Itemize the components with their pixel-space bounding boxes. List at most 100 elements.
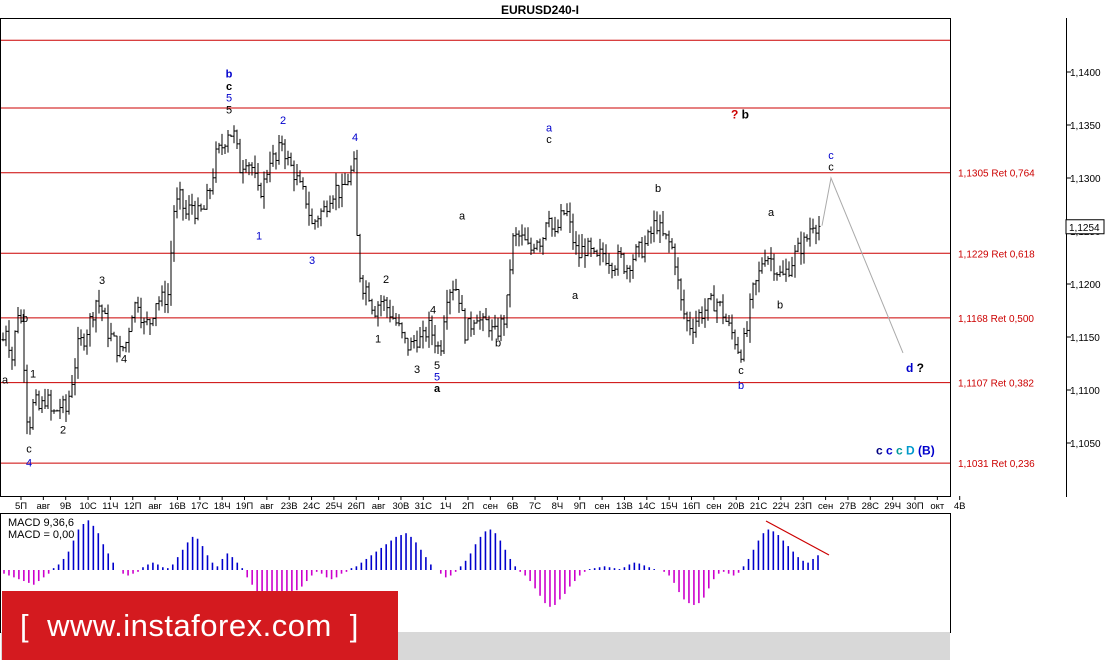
time-tick-label: авг bbox=[372, 501, 386, 512]
wave-label: 4 bbox=[26, 457, 32, 469]
wave-label: b bbox=[226, 68, 233, 80]
wave-annotation-part: ? bbox=[731, 108, 738, 122]
time-tick-label: 1Ч bbox=[440, 501, 452, 512]
wave-annotation-part: c bbox=[893, 444, 903, 458]
time-tick-label: авг bbox=[148, 501, 162, 512]
wave-label: 5 bbox=[226, 93, 232, 105]
time-tick-label: 4В bbox=[954, 501, 966, 512]
time-tick-label: 8Ч bbox=[552, 501, 564, 512]
wave-label: a bbox=[459, 210, 466, 222]
wave-label: 1 bbox=[375, 333, 381, 345]
wave-label: 4 bbox=[430, 305, 436, 317]
time-tick-label: 16В bbox=[169, 501, 186, 512]
time-tick-label: 24С bbox=[303, 501, 321, 512]
fib-level-label: 1,1168 Ret 0,500 bbox=[958, 314, 1034, 325]
time-tick-label: 21С bbox=[750, 501, 768, 512]
wave-annotation-part: (B) bbox=[915, 444, 935, 458]
current-price-marker: 1,1254 bbox=[1065, 219, 1105, 235]
time-tick-label: 27В bbox=[839, 501, 856, 512]
time-tick-label: 17С bbox=[191, 501, 209, 512]
current-price-label: 1,1254 bbox=[1069, 223, 1100, 234]
wave-label: a bbox=[768, 207, 775, 219]
wave-label: c bbox=[546, 134, 552, 146]
price-tick-label: 1,1400 bbox=[1070, 68, 1101, 79]
wave-label: 3 bbox=[414, 364, 420, 376]
wave-label: 5 bbox=[434, 371, 440, 383]
wave-label: c bbox=[828, 150, 834, 162]
time-tick-label: 28С bbox=[862, 501, 880, 512]
wave-label: 4 bbox=[352, 132, 358, 144]
time-tick-label: 11Ч bbox=[102, 501, 118, 512]
price-panel-frame bbox=[0, 18, 951, 497]
projection-line bbox=[821, 176, 904, 354]
wave-label: b bbox=[655, 183, 661, 195]
price-tick-label: 1,1150 bbox=[1070, 333, 1100, 344]
wave-annotation: d ? bbox=[906, 361, 924, 375]
time-tick-label: 26П bbox=[348, 501, 366, 512]
macd-trendline bbox=[765, 520, 830, 556]
wave-annotation-part: c bbox=[883, 444, 893, 458]
time-tick-label: 31С bbox=[415, 501, 433, 512]
wave-label: b bbox=[777, 299, 783, 311]
chart-title: EURUSD240-I bbox=[501, 3, 579, 17]
time-tick-label: 12П bbox=[124, 501, 142, 512]
fib-levels: 1,1305 Ret 0,764 1,1229 Ret 0,618 1,1168 R… bbox=[1, 39, 1035, 470]
wave-label: c bbox=[738, 365, 744, 377]
wave-annotation: ? b bbox=[731, 108, 749, 122]
banner-bracket-right: ] bbox=[349, 607, 359, 643]
wave-label: a bbox=[434, 383, 441, 395]
time-tick-label: 7С bbox=[529, 501, 541, 512]
time-tick-label: 5П bbox=[15, 501, 27, 512]
time-tick-label: 9В bbox=[60, 501, 72, 512]
time-tick-label: 25Ч bbox=[325, 501, 342, 512]
time-tick-label: сен bbox=[594, 501, 609, 512]
wave-label: b bbox=[495, 338, 501, 350]
wave-label: a bbox=[572, 290, 579, 302]
wave-projection bbox=[821, 176, 904, 354]
fib-level-label: 1,1107 Ret 0,382 bbox=[958, 379, 1034, 390]
price-tick-label: 1,1100 bbox=[1070, 386, 1100, 397]
wave-label: c bbox=[26, 444, 32, 456]
time-tick-label: 6В bbox=[507, 501, 519, 512]
time-tick-label: 29Ч bbox=[884, 501, 901, 512]
time-tick-label: 30П bbox=[906, 501, 924, 512]
wave-labels: bc552413b34a12c42143 55aabacabcbabcc bbox=[2, 68, 834, 469]
time-tick-label: 30В bbox=[392, 501, 409, 512]
time-tick-label: сен bbox=[818, 501, 833, 512]
wave-label: a bbox=[546, 122, 553, 134]
wave-label: 4 bbox=[121, 353, 127, 365]
wave-annotation-part: d bbox=[906, 361, 913, 375]
price-tick-label: 1,1350 bbox=[1070, 121, 1101, 132]
wave-label: 2 bbox=[383, 274, 389, 286]
wave-label: c bbox=[828, 162, 834, 174]
price-tick-label: 1,1050 bbox=[1070, 439, 1101, 450]
time-tick-label: 22Ч bbox=[772, 501, 789, 512]
wave-label: 1 bbox=[256, 230, 262, 242]
time-tick-label: 19П bbox=[236, 501, 254, 512]
fib-level-label: 1,1229 Ret 0,618 bbox=[958, 249, 1035, 260]
price-tick-label: 1,1200 bbox=[1070, 280, 1101, 291]
wave-label: c bbox=[226, 81, 232, 93]
banner-url[interactable]: www.instaforex.com bbox=[47, 608, 332, 644]
price-bars bbox=[1, 125, 821, 435]
time-tick-label: авг bbox=[36, 501, 50, 512]
time-tick-label: сен bbox=[483, 501, 498, 512]
wave-label: 3 bbox=[309, 255, 315, 267]
wave-label: 5 bbox=[434, 360, 440, 372]
macd-value: MACD = 0,00 bbox=[8, 529, 74, 541]
time-tick-label: 23П bbox=[795, 501, 813, 512]
fib-level-label: 1,1305 Ret 0,764 bbox=[958, 169, 1035, 180]
time-tick-label: 14С bbox=[638, 501, 656, 512]
chart: EURUSD240-I 1,1305 Ret 0,764 1,1229 Ret 0… bbox=[0, 3, 1105, 660]
time-axis: 5П авг 9В 10С 11Ч 12П авг 16В 17С 18Ч 19П авг 23В 24С… bbox=[15, 496, 966, 512]
wave-annotation-part: ? bbox=[913, 361, 924, 375]
macd-label: MACD 9,36,6 bbox=[8, 517, 74, 529]
time-tick-label: 16П bbox=[683, 501, 701, 512]
wave-label: 5 bbox=[226, 104, 232, 116]
wave-label: b bbox=[22, 313, 28, 325]
time-tick-label: 23В bbox=[281, 501, 298, 512]
time-tick-label: 10С bbox=[79, 501, 97, 512]
instaforex-banner[interactable]: [ www.instaforex.com ] bbox=[2, 591, 398, 660]
wave-label: b bbox=[738, 380, 744, 392]
wave-annotation-part: b bbox=[738, 108, 749, 122]
